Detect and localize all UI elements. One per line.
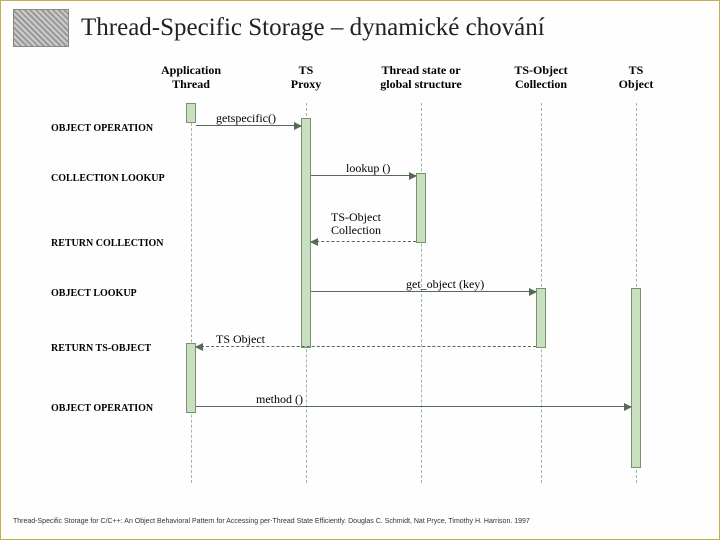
activation-bar <box>536 288 546 348</box>
slide-header: Thread-Specific Storage – dynamické chov… <box>1 1 719 55</box>
slide-title: Thread-Specific Storage – dynamické chov… <box>81 14 545 42</box>
event-label: RETURN TS-OBJECT <box>51 343 211 354</box>
participant-ts-collection: TS-ObjectCollection <box>496 63 586 92</box>
message-label: lookup () <box>346 161 390 176</box>
message-label: method () <box>256 392 303 407</box>
return-arrow <box>311 241 416 242</box>
participant-ts-object: TSObject <box>591 63 681 92</box>
event-label: OBJECT OPERATION <box>51 123 211 134</box>
event-label: COLLECTION LOOKUP <box>51 173 211 184</box>
message-label: TS Object <box>216 332 265 347</box>
message-label: get_object (key) <box>406 277 484 292</box>
logo-image <box>13 9 69 47</box>
event-label: RETURN COLLECTION <box>51 238 211 249</box>
sequence-diagram: ApplicationThread TSProxy Thread state o… <box>61 63 681 483</box>
footer-citation: Thread-Specific Storage for C/C++: An Ob… <box>13 518 530 525</box>
message-label: getspecific() <box>216 111 276 126</box>
activation-bar <box>301 118 311 348</box>
participant-thread-state: Thread state orglobal structure <box>366 63 476 92</box>
lifeline <box>421 103 422 483</box>
event-label: OBJECT OPERATION <box>51 403 211 414</box>
activation-bar <box>631 288 641 468</box>
activation-bar <box>416 173 426 243</box>
activation-bar <box>186 103 196 123</box>
participant-ts-proxy: TSProxy <box>261 63 351 92</box>
event-label: OBJECT LOOKUP <box>51 288 211 299</box>
participant-app-thread: ApplicationThread <box>146 63 236 92</box>
message-label: TS-ObjectCollection <box>331 211 381 237</box>
